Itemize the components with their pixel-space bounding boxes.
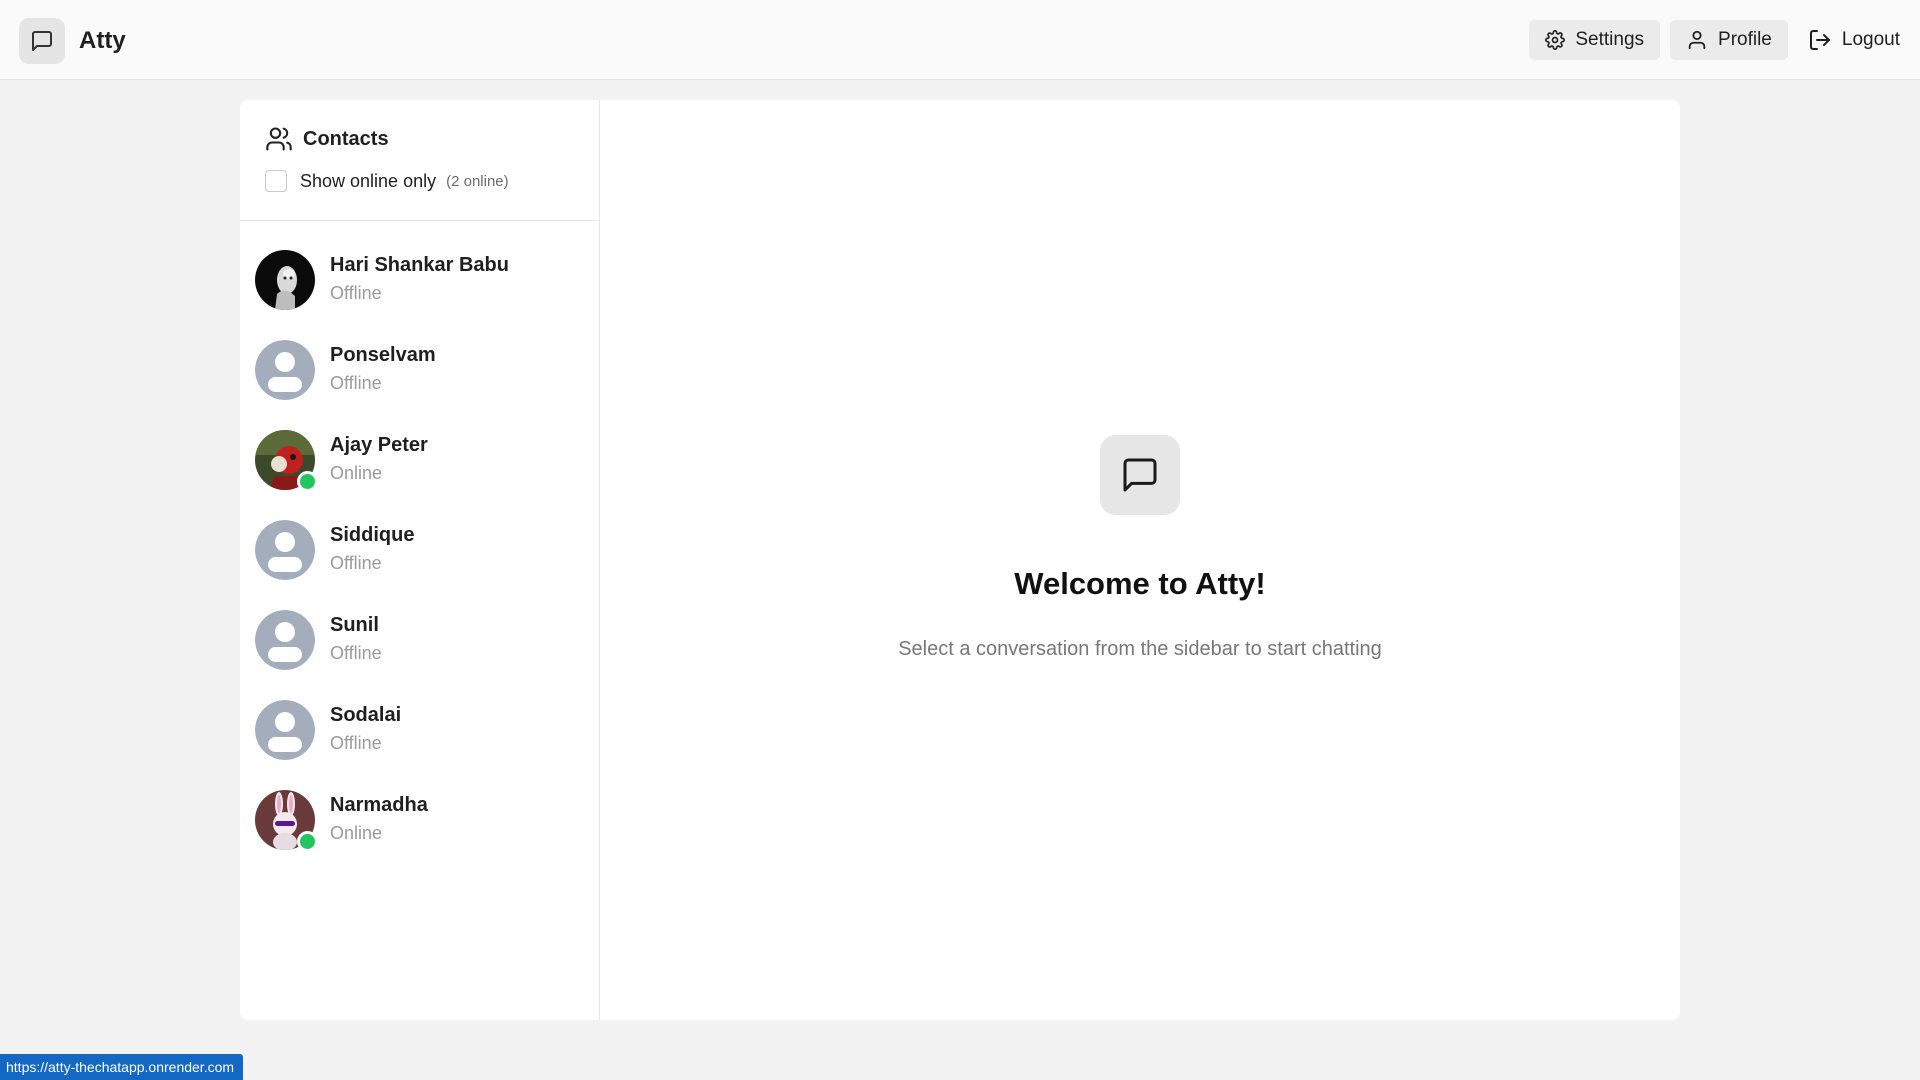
contacts-sidebar: Contacts Show online only (2 online) Har… [240,100,600,1020]
default-avatar-icon [255,700,315,760]
contact-name: Sunil [330,614,379,636]
settings-label: Settings [1575,29,1645,50]
online-count: (2 online) [446,172,509,190]
welcome-subtitle: Select a conversation from the sidebar t… [898,638,1382,660]
contacts-label: Contacts [303,127,389,150]
contact-name: Sodalai [330,704,402,726]
default-avatar-icon [255,610,315,670]
settings-button[interactable]: Settings [1529,20,1661,60]
online-indicator [297,471,318,492]
message-square-icon [19,18,65,64]
contact-name: Ponselvam [330,344,436,366]
top-navbar: Atty Settings Profile Logout [0,0,1920,80]
online-indicator [297,831,318,852]
contact-list: Hari Shankar Babu Offline Ponselvam Offl… [240,235,599,865]
contact-item[interactable]: Siddique Offline [240,505,599,595]
contact-item[interactable]: Hari Shankar Babu Offline [240,235,599,325]
default-avatar-icon [255,520,315,580]
profile-button[interactable]: Profile [1670,20,1788,60]
logout-icon [1809,30,1830,50]
contact-status: Online [330,463,383,483]
user-icon [1688,30,1706,50]
contact-status: Offline [330,283,382,303]
contact-status: Offline [330,553,382,573]
contacts-title: Contacts [265,125,389,153]
contact-item[interactable]: Ajay Peter Online [240,415,599,505]
contact-name: Narmadha [330,794,428,816]
welcome-title: Welcome to Atty! [1014,566,1266,601]
contact-item[interactable]: Sodalai Offline [240,685,599,775]
contact-item[interactable]: Sunil Offline [240,595,599,685]
contact-name: Ajay Peter [330,434,428,456]
contact-item[interactable]: Narmadha Online [240,775,599,865]
welcome-panel: Welcome to Atty! Select a conversation f… [600,100,1680,1020]
avatar [255,790,318,852]
contact-status: Offline [330,373,382,393]
sidebar-header: Contacts Show online only (2 online) [240,100,599,221]
contact-status: Online [330,823,383,843]
avatar [255,250,315,310]
profile-label: Profile [1718,29,1772,50]
users-icon [266,127,292,151]
online-filter: Show online only (2 online) [265,170,509,192]
default-avatar-icon [255,340,315,400]
show-online-label[interactable]: Show online only [300,171,436,192]
chat-container: Contacts Show online only (2 online) Har… [240,100,1680,1020]
contact-name: Siddique [330,524,415,546]
status-url-bar: https://atty-thechatapp.onrender.com [0,1054,244,1080]
contact-name: Hari Shankar Babu [330,254,509,276]
nav-actions: Settings Profile Logout [1519,20,1904,60]
app-title: Atty [79,27,126,54]
brand[interactable]: Atty [19,18,126,64]
logout-button[interactable]: Logout [1798,20,1904,60]
show-online-checkbox[interactable] [265,170,287,192]
message-square-icon [1100,435,1180,515]
contact-item[interactable]: Ponselvam Offline [240,325,599,415]
avatar [255,430,318,492]
gear-icon [1545,30,1566,50]
logout-label: Logout [1841,29,1900,50]
contact-status: Offline [330,643,382,663]
contact-status: Offline [330,733,382,753]
